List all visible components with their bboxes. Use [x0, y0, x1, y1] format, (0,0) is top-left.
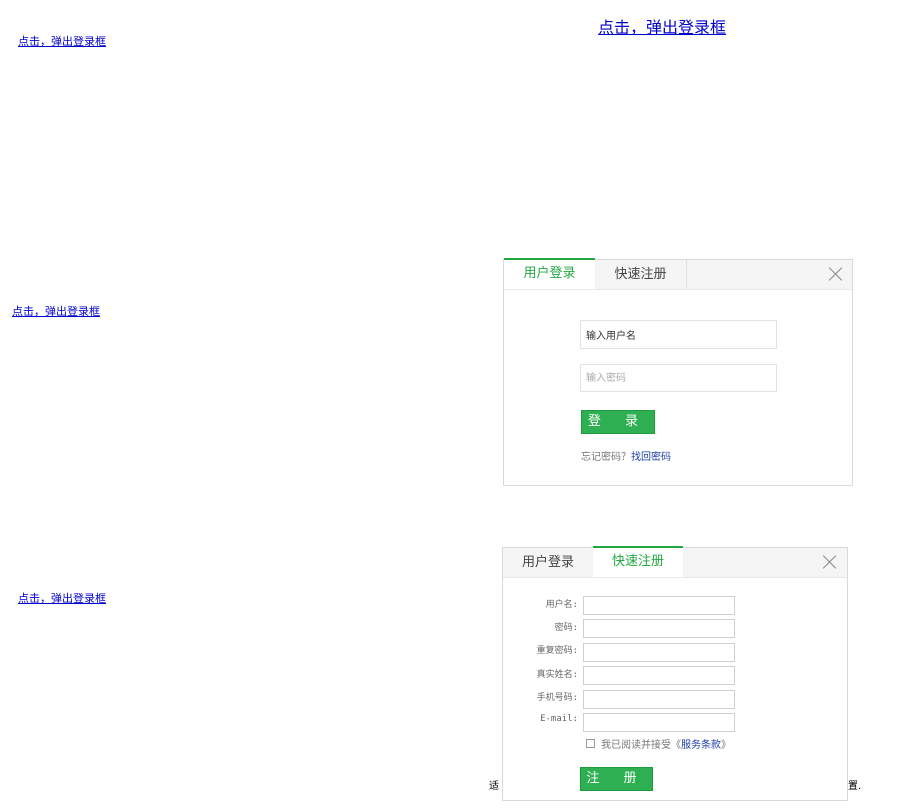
agree-terms-text: 我已阅读并接受《: [601, 740, 681, 751]
reg-repeat-password-input[interactable]: [583, 643, 735, 662]
terms-of-service-link[interactable]: 服务条款: [681, 740, 721, 751]
tab-user-login[interactable]: 用户登录: [504, 258, 595, 289]
close-icon[interactable]: [828, 266, 844, 282]
reg-real-name-input[interactable]: [583, 666, 735, 685]
register-button[interactable]: 注 册: [580, 767, 653, 791]
repeat-password-label: 重复密码:: [536, 646, 578, 656]
register-dialog-tabbar: 用户登录 快速注册: [503, 546, 847, 578]
forgot-password-row: 忘记密码？找回密码: [581, 448, 671, 463]
login-dialog: 用户登录 快速注册 登 录 忘记密码？找回密码: [503, 258, 853, 486]
username-label: 用户名:: [545, 600, 578, 610]
login-button[interactable]: 登 录: [581, 410, 655, 434]
tab-user-login[interactable]: 用户登录: [503, 548, 593, 577]
open-login-link-bottom-left[interactable]: 点击，弹出登录框: [18, 590, 106, 606]
open-login-link-top-center[interactable]: 点击，弹出登录框: [598, 14, 726, 38]
phone-label: 手机号码:: [536, 693, 578, 703]
real-name-label: 真实姓名:: [536, 670, 578, 680]
login-dialog-tabbar: 用户登录 快速注册: [504, 258, 852, 290]
background-text-fragment-right: 置.: [848, 781, 862, 792]
agree-terms-close: 》: [721, 740, 731, 751]
tab-quick-register[interactable]: 快速注册: [593, 546, 683, 577]
password-input[interactable]: [580, 364, 777, 392]
forgot-password-text: 忘记密码？: [581, 452, 631, 463]
find-password-link[interactable]: 找回密码: [631, 452, 671, 463]
email-label: E-mail:: [540, 714, 578, 724]
agree-terms-row: 我已阅读并接受《服务条款》: [601, 736, 731, 751]
login-button-label: 登 录: [587, 414, 649, 429]
register-dialog: 用户登录 快速注册 用户名: 密码: 重复密码: 真实姓名: 手机号码: E-m…: [502, 546, 848, 801]
reg-username-input[interactable]: [583, 596, 735, 615]
open-login-link-top-left[interactable]: 点击，弹出登录框: [18, 33, 106, 49]
open-login-link-middle-left[interactable]: 点击，弹出登录框: [12, 303, 100, 319]
register-button-label: 注 册: [586, 771, 647, 786]
background-text-fragment-left: 适: [489, 781, 499, 792]
tab-quick-register[interactable]: 快速注册: [595, 260, 687, 289]
username-input[interactable]: [580, 320, 777, 349]
reg-email-input[interactable]: [583, 713, 735, 732]
close-icon[interactable]: [822, 554, 838, 570]
agree-terms-checkbox[interactable]: [586, 739, 595, 748]
reg-phone-input[interactable]: [583, 690, 735, 709]
reg-password-input[interactable]: [583, 619, 735, 638]
password-label: 密码:: [554, 623, 578, 633]
